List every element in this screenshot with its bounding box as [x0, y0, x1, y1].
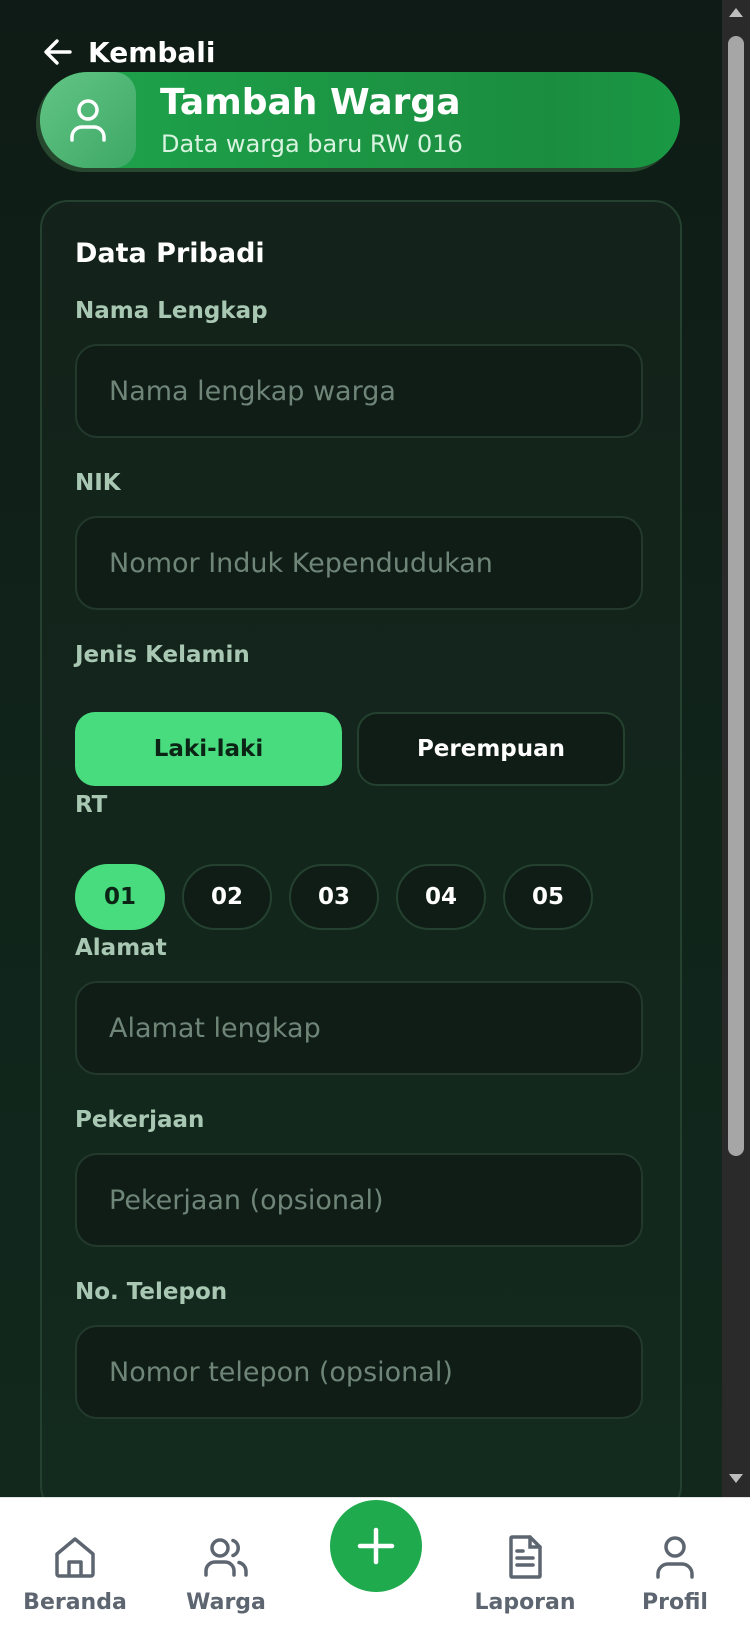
add-warga-button[interactable] — [330, 1500, 422, 1592]
rt-option-02[interactable]: 02 — [182, 864, 272, 930]
nav-item-profil[interactable]: Profil — [605, 1534, 745, 1615]
gender-option-male[interactable]: Laki-laki — [75, 712, 342, 786]
scrollbar-thumb[interactable] — [728, 36, 744, 1156]
job-field-box — [75, 1153, 643, 1247]
phone-label: No. Telepon — [75, 1279, 228, 1305]
address-field-box — [75, 981, 643, 1075]
name-field-box — [75, 344, 643, 438]
nik-field-box — [75, 516, 643, 610]
job-input[interactable] — [77, 1155, 641, 1245]
nik-label: NIK — [75, 470, 121, 496]
gender-option-female[interactable]: Perempuan — [357, 712, 625, 786]
nav-item-warga[interactable]: Warga — [156, 1534, 296, 1615]
address-input[interactable] — [77, 983, 641, 1073]
form-card: Data Pribadi Nama Lengkap NIK Jenis Kela… — [40, 200, 682, 1497]
page-subtitle: Data warga baru RW 016 — [161, 130, 463, 158]
users-icon — [204, 1538, 248, 1577]
nav-item-beranda[interactable]: Beranda — [5, 1534, 145, 1615]
home-icon — [55, 1537, 95, 1578]
rt-option-05[interactable]: 05 — [503, 864, 593, 930]
page: Kembali Tambah Warga Data warga baru RW … — [0, 0, 722, 1497]
name-label: Nama Lengkap — [75, 298, 268, 324]
rt-option-04[interactable]: 04 — [396, 864, 486, 930]
rt-option-03[interactable]: 03 — [289, 864, 379, 930]
avatar — [40, 72, 136, 168]
nav-label: Beranda — [23, 1590, 127, 1615]
nav-item-laporan[interactable]: Laporan — [455, 1534, 595, 1615]
job-label: Pekerjaan — [75, 1107, 205, 1133]
back-label: Kembali — [88, 35, 216, 69]
rt-selector: 01 02 03 04 05 — [75, 864, 593, 930]
nav-label: Warga — [186, 1590, 266, 1615]
nik-input[interactable] — [77, 518, 641, 608]
nav-label: Profil — [642, 1590, 708, 1615]
user-icon — [656, 1536, 694, 1579]
page-header: Tambah Warga Data warga baru RW 016 — [40, 72, 680, 168]
back-button[interactable]: Kembali — [42, 30, 216, 74]
rt-option-01[interactable]: 01 — [75, 864, 165, 930]
scroll-up-arrow[interactable] — [729, 8, 743, 17]
page-title: Tambah Warga — [160, 82, 461, 123]
arrow-left-icon — [44, 39, 72, 65]
name-input[interactable] — [77, 346, 641, 436]
rt-label: RT — [75, 792, 108, 818]
gender-label: Jenis Kelamin — [75, 642, 250, 668]
address-label: Alamat — [75, 935, 167, 961]
scroll-down-arrow[interactable] — [729, 1474, 743, 1483]
phone-field-box — [75, 1325, 643, 1419]
document-icon — [509, 1535, 542, 1579]
user-icon — [70, 99, 106, 142]
nav-label: Laporan — [474, 1590, 576, 1615]
section-title: Data Pribadi — [75, 238, 265, 269]
phone-input[interactable] — [77, 1327, 641, 1417]
plus-icon — [357, 1527, 395, 1565]
